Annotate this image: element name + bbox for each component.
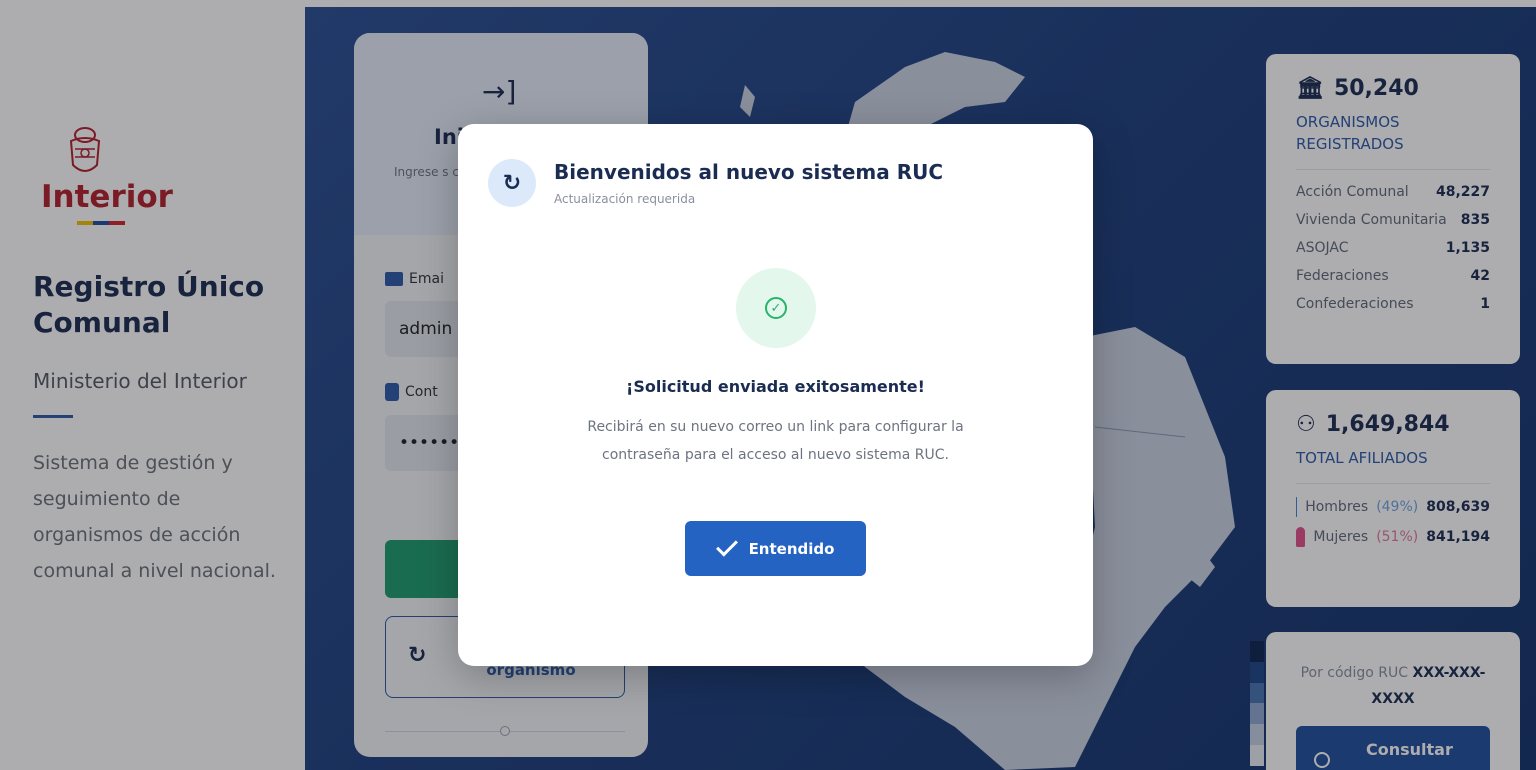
checkmark-icon [715,534,738,557]
success-message: Recibirá en su nuevo correo un link para… [587,419,964,463]
modal-subtitle: Actualización requerida [554,192,696,206]
modal-title: Bienvenidos al nuevo sistema RUC [554,160,944,184]
welcome-modal: ↻ Bienvenidos al nuevo sistema RUC Actua… [458,124,1093,666]
success-title: ¡Solicitud enviada exitosamente! [626,377,925,396]
refresh-icon: ↻ [488,159,536,207]
success-icon: ✓ [736,268,816,348]
check-circle-icon: ✓ [765,297,787,319]
understood-button[interactable]: Entendido [685,521,866,576]
